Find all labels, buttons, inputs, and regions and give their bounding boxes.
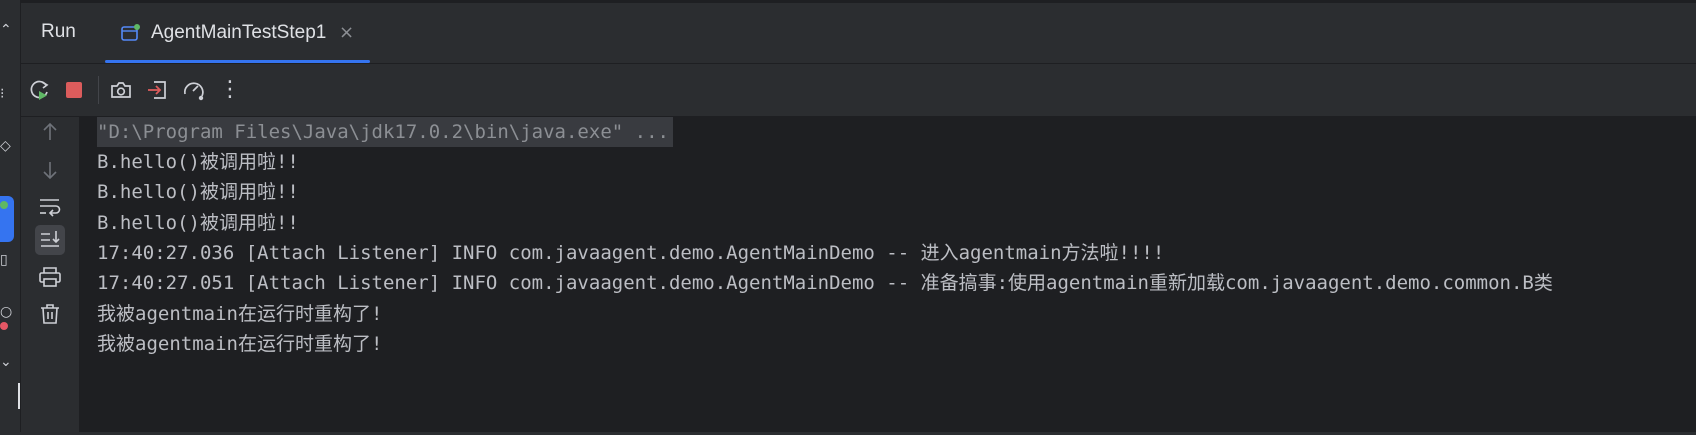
toolbar-separator bbox=[98, 76, 99, 104]
console-line: B.hello()被调用啦!! bbox=[97, 212, 299, 234]
tool-strip-icon-2[interactable]: ⁝ bbox=[0, 82, 14, 106]
rerun-icon[interactable] bbox=[27, 77, 53, 103]
more-options-icon[interactable]: ⋮ bbox=[217, 77, 243, 103]
console-side-rail bbox=[21, 117, 79, 435]
run-config-icon bbox=[121, 24, 140, 41]
tool-strip-icon-6[interactable]: ⌄ bbox=[0, 350, 14, 374]
soft-wrap-icon[interactable] bbox=[35, 191, 65, 221]
console-line: B.hello()被调用啦!! bbox=[97, 151, 299, 173]
scroll-up-icon[interactable] bbox=[35, 117, 65, 147]
problems-status-dot bbox=[0, 322, 8, 330]
console-line: 我被agentmain在运行时重构了! bbox=[97, 303, 383, 325]
tool-window-title: Run bbox=[41, 21, 76, 42]
tool-strip-icon-1[interactable]: ⌃ bbox=[0, 18, 14, 42]
tab-close-icon[interactable]: × bbox=[339, 22, 354, 43]
console-output[interactable]: "D:\Program Files\Java\jdk17.0.2\bin\jav… bbox=[79, 117, 1696, 435]
scroll-down-icon[interactable] bbox=[35, 155, 65, 185]
tab-agentmaintest[interactable]: AgentMainTestStep1 × bbox=[105, 3, 370, 63]
tool-strip-icon-5[interactable]: ○ bbox=[0, 300, 14, 324]
tool-strip-icon-3[interactable]: ◇ bbox=[0, 134, 14, 158]
left-tool-strip: ⌃ ⁝ ◇ ▯ ○ ⌄ bbox=[0, 0, 21, 435]
console-line: 17:40:27.051 [Attach Listener] INFO com.… bbox=[97, 272, 1553, 294]
console-line: B.hello()被调用啦!! bbox=[97, 181, 299, 203]
screenshot-icon[interactable] bbox=[108, 77, 134, 103]
tab-selected-indicator bbox=[105, 60, 370, 63]
export-icon[interactable] bbox=[145, 77, 171, 103]
console-line: 我被agentmain在运行时重构了! bbox=[97, 333, 383, 355]
profiler-icon[interactable] bbox=[181, 77, 207, 103]
tool-strip-icon-4[interactable]: ▯ bbox=[0, 248, 14, 272]
clear-all-icon[interactable] bbox=[35, 299, 65, 329]
console-caret bbox=[18, 383, 20, 409]
tool-window-header: Run AgentMainTestStep1 × bbox=[21, 3, 1696, 64]
run-status-dot bbox=[0, 201, 8, 209]
scroll-to-end-icon[interactable] bbox=[35, 225, 65, 255]
run-toolbar: ⋮ bbox=[21, 64, 1696, 117]
stop-icon[interactable] bbox=[61, 77, 87, 103]
console-line: 17:40:27.036 [Attach Listener] INFO com.… bbox=[97, 242, 1165, 264]
console-command-line[interactable]: "D:\Program Files\Java\jdk17.0.2\bin\jav… bbox=[97, 117, 673, 147]
tab-label: AgentMainTestStep1 bbox=[151, 22, 327, 43]
print-icon[interactable] bbox=[35, 262, 65, 292]
